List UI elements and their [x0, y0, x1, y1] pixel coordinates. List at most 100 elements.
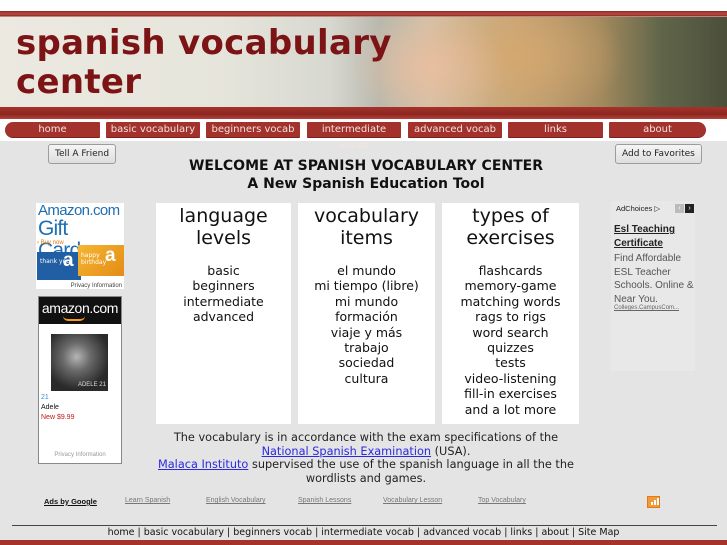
ad-next-arrow-icon[interactable]: ›: [685, 204, 694, 213]
product-title-link[interactable]: 21: [41, 394, 49, 401]
column-language-levels: language levels basic beginners intermedia…: [156, 203, 291, 424]
footer-divider: [12, 525, 717, 526]
welcome-subheading: A New Spanish Education Tool: [247, 176, 485, 192]
product-price: New $9.99: [41, 414, 75, 421]
nav-basic-vocabulary[interactable]: basic vocabulary: [106, 122, 200, 138]
nav-intermediate-vocab[interactable]: intermediate vocab: [307, 122, 401, 151]
footer-link-about[interactable]: about: [541, 527, 568, 538]
nav-advanced-vocab[interactable]: advanced vocab: [408, 122, 502, 138]
list-item: advanced: [192, 309, 255, 325]
gift-privacy-link[interactable]: Privacy Information: [71, 283, 122, 289]
amazon-product-ad[interactable]: amazon.com ADELE 21 21 Adele New $9.99 P…: [38, 296, 122, 464]
gift-card-birthday: happy birthday a: [78, 245, 124, 276]
adchoices-link[interactable]: AdChoices ▷: [616, 204, 660, 213]
column-title-line1: types of: [472, 205, 549, 227]
text-ad-panel: AdChoices ▷ ‹ › Esl Teaching Certificate…: [611, 201, 695, 371]
site-logo-line1[interactable]: spanish vocabulary: [16, 25, 392, 61]
site-logo-line2[interactable]: center: [16, 64, 141, 100]
column-types-of-exercises: types of exercises flashcards memory-game…: [442, 203, 579, 424]
footer-separator: |: [223, 527, 234, 538]
welcome-heading: WELCOME AT SPANISH VOCABULARY CENTER: [188, 158, 543, 174]
footer-separator: |: [312, 527, 322, 538]
footer-link-beginners-vocab[interactable]: beginners vocab: [233, 527, 312, 538]
ad-url-link[interactable]: Colleges.CampusCom...: [614, 305, 679, 311]
top-margin: [0, 0, 727, 11]
amazon-a-icon: a: [105, 245, 116, 266]
list-item: flashcards: [478, 263, 543, 278]
list-item: word search: [472, 324, 549, 340]
album-cover-label: ADELE 21: [77, 382, 106, 388]
google-ad-link[interactable]: Vocabulary Lesson: [383, 497, 442, 504]
list-item: mi mundo: [334, 293, 399, 309]
column-title: types of exercises: [442, 205, 579, 249]
list-item: fill-in exercises: [464, 386, 557, 402]
header-band: [0, 107, 727, 119]
list-item: memory-game: [464, 278, 557, 294]
column-title: language levels: [156, 205, 291, 249]
google-ad-link[interactable]: English Vocabulary: [206, 497, 266, 504]
gift-card-orange-text: happy birthday: [81, 252, 107, 266]
product-artist: Adele: [41, 404, 59, 411]
column-vocabulary-items: vocabulary items el mundo mi tiempo (libr…: [298, 203, 435, 424]
list-item: el mundo: [337, 263, 396, 278]
ad-body-text: Find Affordable ESL Teacher Schools. Onl…: [614, 253, 694, 305]
list-item: quizzes: [487, 340, 534, 356]
list-item: cultura: [344, 370, 389, 386]
google-ad-link[interactable]: Learn Spanish: [125, 497, 170, 504]
list-item: rags to rigs: [475, 309, 546, 325]
column-title-line1: language: [179, 205, 268, 227]
list-item: beginners: [192, 278, 255, 294]
footer-link-advanced-vocab[interactable]: advanced vocab: [423, 527, 501, 538]
column-list: basic beginners intermediate advanced: [156, 263, 291, 325]
footer-band: [0, 540, 727, 545]
footer-separator: |: [568, 527, 579, 538]
list-item: tests: [495, 355, 526, 371]
gift-buy-now-link[interactable]: › Buy now: [37, 240, 64, 246]
nav-home[interactable]: home: [5, 122, 100, 138]
google-ad-link[interactable]: Top Vocabulary: [478, 497, 526, 504]
ad-headline-link[interactable]: Esl Teaching Certificate: [614, 223, 694, 251]
info-text: supervised the use of the spanish langua…: [248, 458, 574, 485]
ad-prev-arrow-icon[interactable]: ‹: [675, 204, 684, 213]
google-ad-link[interactable]: Spanish Lessons: [298, 497, 351, 504]
stats-chart-icon[interactable]: [647, 496, 660, 508]
amazon-a-icon: a: [63, 250, 74, 271]
list-item: matching words: [460, 293, 561, 309]
footer-link-links[interactable]: links: [510, 527, 532, 538]
info-text: (USA).: [431, 444, 471, 458]
column-title-line2: exercises: [466, 227, 555, 249]
nav-beginners-vocab[interactable]: beginners vocab: [206, 122, 300, 138]
product-privacy-link[interactable]: Privacy Information: [39, 452, 121, 458]
ads-by-google-label[interactable]: Ads by Google: [44, 497, 97, 506]
national-spanish-exam-link[interactable]: National Spanish Examination: [262, 445, 431, 458]
nav-about[interactable]: about: [609, 122, 706, 138]
footer-link-intermediate-vocab[interactable]: intermediate vocab: [321, 527, 414, 538]
list-item: intermediate: [183, 293, 264, 309]
column-list: el mundo mi tiempo (libre) mi mundo formaci…: [298, 263, 435, 386]
footer-nav: home | basic vocabulary | beginners voca…: [0, 527, 727, 539]
footer-link-site-map[interactable]: Site Map: [578, 527, 619, 538]
column-title: vocabulary items: [298, 205, 435, 249]
main-nav: home basic vocabulary beginners vocab in…: [0, 119, 727, 151]
gift-card-thank-you: thank you a: [37, 250, 81, 280]
amazon-gift-card-ad[interactable]: Amazon.com Gift Cards › Buy now thank yo…: [36, 203, 124, 289]
footer-separator: |: [134, 527, 144, 538]
list-item: formación: [335, 309, 398, 325]
malaca-instituto-link[interactable]: Malaca Instituto: [158, 458, 248, 471]
list-item: mi tiempo (libre): [314, 278, 419, 294]
footer-separator: |: [413, 527, 424, 538]
footer-link-home[interactable]: home: [108, 527, 135, 538]
nav-links[interactable]: links: [508, 122, 603, 138]
tell-a-friend-button[interactable]: Tell A Friend: [48, 144, 117, 164]
list-item: and a lot more: [464, 401, 557, 417]
add-to-favorites-button[interactable]: Add to Favorites: [615, 144, 702, 164]
amazon-smile-icon: [63, 316, 85, 321]
album-cover-image[interactable]: ADELE 21: [51, 334, 108, 391]
column-title-line2: levels: [195, 227, 252, 249]
list-item: trabajo: [344, 340, 389, 356]
list-item: basic: [207, 263, 240, 278]
column-list: flashcards memory-game matching words rags …: [442, 263, 579, 417]
list-item: viaje y más: [330, 324, 403, 340]
footer-link-basic-vocabulary[interactable]: basic vocabulary: [144, 527, 224, 538]
column-title-line2: items: [340, 227, 393, 249]
